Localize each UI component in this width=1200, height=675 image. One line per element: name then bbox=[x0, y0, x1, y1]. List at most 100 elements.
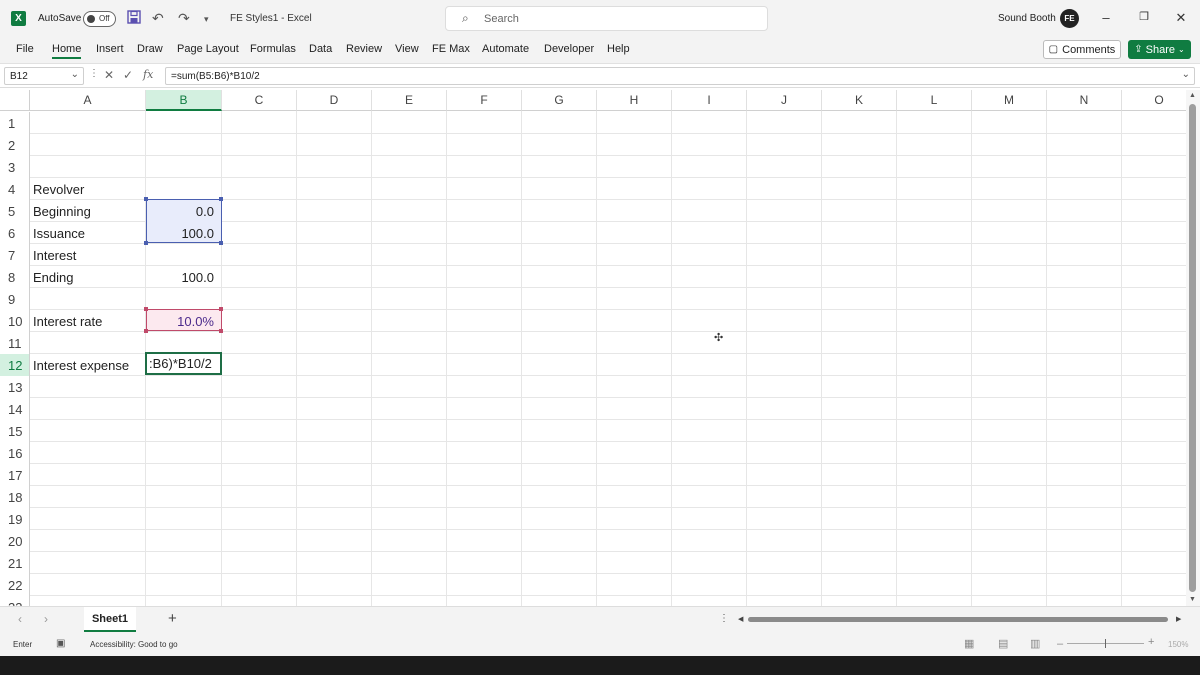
row-header-10[interactable]: 10 bbox=[0, 310, 30, 332]
range-handle[interactable] bbox=[144, 241, 148, 245]
row-header-16[interactable]: 16 bbox=[0, 442, 30, 464]
share-button[interactable]: ⇪ Share ⌄ bbox=[1128, 40, 1191, 59]
tab-insert[interactable]: Insert bbox=[96, 43, 124, 55]
vertical-scroll-thumb[interactable] bbox=[1189, 104, 1196, 592]
row-header-20[interactable]: 20 bbox=[0, 530, 30, 552]
column-header-c[interactable]: C bbox=[222, 90, 297, 111]
formula-input[interactable]: =sum(B5:B6)*B10/2 ⌄ bbox=[165, 67, 1195, 85]
expand-formula-bar-icon[interactable]: ⌄ bbox=[1182, 69, 1190, 80]
close-icon[interactable]: ✕ bbox=[1174, 10, 1188, 26]
cell-a4[interactable]: Revolver bbox=[30, 178, 146, 200]
range-handle[interactable] bbox=[219, 197, 223, 201]
zoom-slider-thumb[interactable] bbox=[1105, 639, 1106, 648]
row-header-18[interactable]: 18 bbox=[0, 486, 30, 508]
tab-help[interactable]: Help bbox=[607, 43, 630, 55]
user-name[interactable]: Sound Booth bbox=[998, 13, 1056, 24]
redo-icon[interactable]: ↷ bbox=[178, 10, 190, 27]
restore-icon[interactable]: ❐ bbox=[1137, 10, 1151, 23]
column-header-f[interactable]: F bbox=[447, 90, 522, 111]
tab-home[interactable]: Home bbox=[52, 43, 82, 59]
range-handle[interactable] bbox=[219, 329, 223, 333]
column-header-e[interactable]: E bbox=[372, 90, 447, 111]
chevron-down-icon[interactable]: ⌄ bbox=[71, 69, 79, 80]
cell-b10[interactable]: 10.0% bbox=[146, 310, 222, 332]
cell-a12[interactable]: Interest expense bbox=[30, 354, 146, 376]
row-header-8[interactable]: 8 bbox=[0, 266, 30, 288]
column-header-g[interactable]: G bbox=[522, 90, 597, 111]
column-header-i[interactable]: I bbox=[672, 90, 747, 111]
tab-view[interactable]: View bbox=[395, 43, 419, 55]
cell-a7[interactable]: Interest bbox=[30, 244, 146, 266]
column-header-o[interactable]: O bbox=[1122, 90, 1186, 111]
scroll-right-icon[interactable]: ▶ bbox=[1176, 615, 1181, 623]
cell-b8[interactable]: 100.0 bbox=[146, 266, 222, 288]
zoom-out-icon[interactable]: – bbox=[1057, 638, 1063, 650]
column-header-b[interactable]: B bbox=[146, 90, 222, 111]
autosave-toggle[interactable]: Off bbox=[83, 11, 116, 27]
scroll-down-icon[interactable]: ▼ bbox=[1189, 596, 1196, 603]
active-cell-b12[interactable]: :B6)*B10/2 bbox=[145, 352, 222, 375]
save-icon[interactable] bbox=[127, 10, 141, 27]
cell-b6[interactable]: 100.0 bbox=[146, 222, 222, 244]
row-header-4[interactable]: 4 bbox=[0, 178, 30, 200]
tab-draw[interactable]: Draw bbox=[137, 43, 163, 55]
column-header-j[interactable]: J bbox=[747, 90, 822, 111]
horizontal-scrollbar[interactable]: ◀ ▶ bbox=[738, 615, 1184, 624]
column-header-l[interactable]: L bbox=[897, 90, 972, 111]
cell-a10[interactable]: Interest rate bbox=[30, 310, 146, 332]
column-header-n[interactable]: N bbox=[1047, 90, 1122, 111]
insert-function-icon[interactable]: fx bbox=[143, 68, 153, 81]
cell-b5[interactable]: 0.0 bbox=[146, 200, 222, 222]
normal-view-icon[interactable]: ▦ bbox=[964, 637, 974, 650]
minimize-icon[interactable]: – bbox=[1099, 10, 1113, 25]
tab-page-layout[interactable]: Page Layout bbox=[177, 43, 239, 55]
page-break-view-icon[interactable]: ▥ bbox=[1030, 637, 1040, 650]
column-header-d[interactable]: D bbox=[297, 90, 372, 111]
tab-developer[interactable]: Developer bbox=[544, 43, 594, 55]
row-header-19[interactable]: 19 bbox=[0, 508, 30, 530]
tab-formulas[interactable]: Formulas bbox=[250, 43, 296, 55]
row-header-15[interactable]: 15 bbox=[0, 420, 30, 442]
vertical-scrollbar[interactable]: ▲ ▼ bbox=[1186, 90, 1200, 606]
row-header-11[interactable]: 11 bbox=[0, 332, 30, 354]
next-sheet-icon[interactable]: › bbox=[44, 612, 48, 626]
column-header-h[interactable]: H bbox=[597, 90, 672, 111]
scroll-left-icon[interactable]: ◀ bbox=[738, 615, 743, 623]
tab-automate[interactable]: Automate bbox=[482, 43, 529, 55]
select-all-corner[interactable] bbox=[0, 90, 30, 111]
row-header-1[interactable]: 1 bbox=[0, 112, 30, 134]
tab-review[interactable]: Review bbox=[346, 43, 382, 55]
range-handle[interactable] bbox=[144, 197, 148, 201]
tab-file[interactable]: File bbox=[16, 43, 34, 55]
search-box[interactable]: ⌕ Search bbox=[445, 6, 768, 31]
more-options-icon[interactable]: ⋮ bbox=[89, 68, 99, 79]
range-handle[interactable] bbox=[219, 307, 223, 311]
comments-button[interactable]: ▢ Comments bbox=[1043, 40, 1121, 59]
row-header-12[interactable]: 12 bbox=[0, 354, 30, 376]
accessibility-status[interactable]: Accessibility: Good to go bbox=[90, 640, 178, 649]
row-header-2[interactable]: 2 bbox=[0, 134, 30, 156]
add-sheet-icon[interactable]: + bbox=[168, 610, 177, 627]
worksheet-grid[interactable]: A B C D E F G H I J K L M N O 1 2 3 4 5 … bbox=[0, 90, 1186, 606]
more-options-icon[interactable]: ⋮ bbox=[719, 613, 729, 624]
customize-toolbar-icon[interactable]: ▾ bbox=[204, 14, 209, 25]
macro-record-icon[interactable]: ▣ bbox=[56, 638, 65, 649]
horizontal-scroll-thumb[interactable] bbox=[748, 617, 1168, 622]
row-header-22[interactable]: 22 bbox=[0, 574, 30, 596]
row-header-13[interactable]: 13 bbox=[0, 376, 30, 398]
zoom-level[interactable]: 150% bbox=[1168, 640, 1188, 649]
cell-a5[interactable]: Beginning bbox=[30, 200, 146, 222]
column-header-m[interactable]: M bbox=[972, 90, 1047, 111]
cell-a6[interactable]: Issuance bbox=[30, 222, 146, 244]
row-header-7[interactable]: 7 bbox=[0, 244, 30, 266]
scroll-up-icon[interactable]: ▲ bbox=[1189, 92, 1196, 99]
row-header-3[interactable]: 3 bbox=[0, 156, 30, 178]
row-header-21[interactable]: 21 bbox=[0, 552, 30, 574]
range-handle[interactable] bbox=[219, 241, 223, 245]
undo-icon[interactable]: ↶ bbox=[152, 10, 164, 27]
range-handle[interactable] bbox=[144, 307, 148, 311]
avatar[interactable]: FE bbox=[1060, 9, 1079, 28]
row-header-9[interactable]: 9 bbox=[0, 288, 30, 310]
confirm-entry-icon[interactable]: ✓ bbox=[123, 68, 133, 82]
zoom-in-icon[interactable]: + bbox=[1148, 636, 1154, 648]
